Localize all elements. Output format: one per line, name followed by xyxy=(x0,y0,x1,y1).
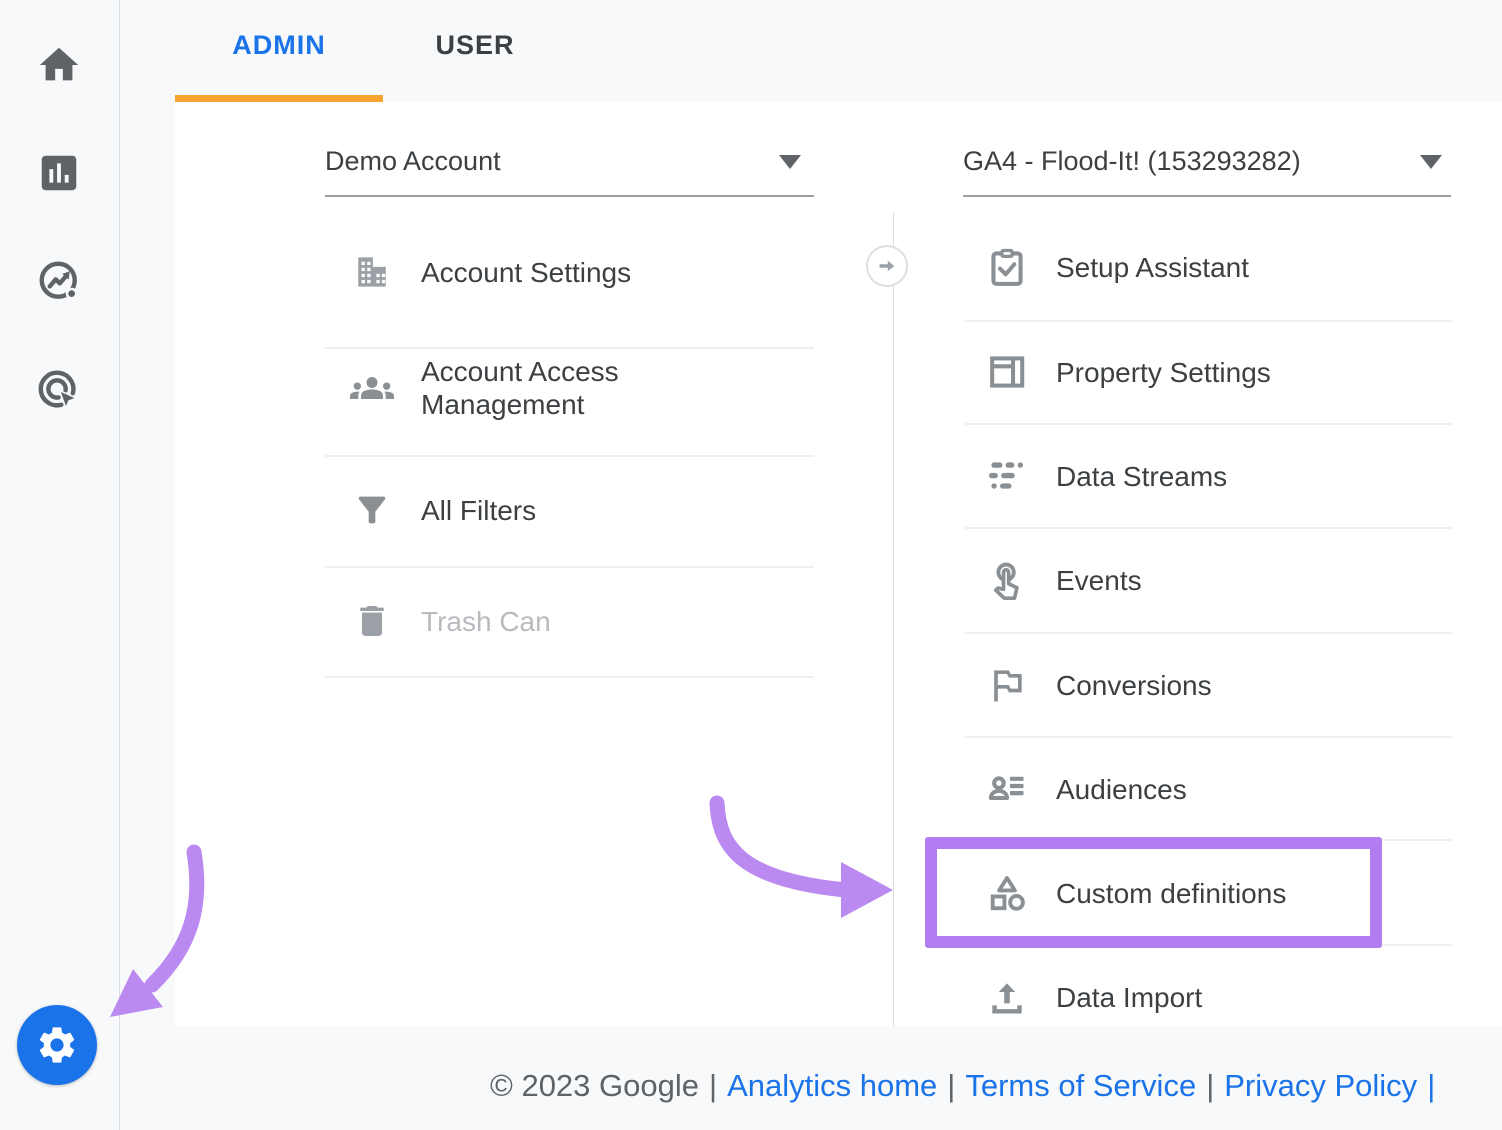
admin-settings-button[interactable] xyxy=(17,1005,97,1085)
reports-icon[interactable] xyxy=(36,150,82,196)
row-divider xyxy=(965,527,1452,529)
arrow-right-circle-icon xyxy=(875,254,899,278)
row-divider xyxy=(965,423,1452,425)
menu-item-label: All Filters xyxy=(421,494,536,527)
column-divider xyxy=(893,212,894,1026)
gear-icon xyxy=(35,1023,79,1067)
chevron-down-icon[interactable] xyxy=(1420,155,1442,169)
row-divider xyxy=(325,676,814,678)
advertising-icon[interactable] xyxy=(36,367,82,413)
clipboard-check-icon xyxy=(985,245,1029,289)
copyright-text: © 2023 Google xyxy=(490,1068,699,1103)
trash-icon xyxy=(350,599,394,643)
menu-item-label: Account Access Management xyxy=(421,355,671,421)
property-selector[interactable]: GA4 - Flood-It! (153293282) xyxy=(963,146,1301,177)
funnel-icon xyxy=(350,488,394,532)
building-icon xyxy=(350,250,394,294)
row-divider xyxy=(325,566,814,568)
collapse-account-column-button[interactable] xyxy=(866,245,908,287)
menu-item-data-import[interactable]: Data Import xyxy=(985,972,1202,1022)
menu-item-label: Data Streams xyxy=(1056,460,1227,493)
menu-item-label: Custom definitions xyxy=(1056,877,1286,910)
footer-link-analytics-home[interactable]: Analytics home xyxy=(727,1068,937,1103)
tab-admin[interactable]: ADMIN xyxy=(175,30,383,61)
menu-item-conversions[interactable]: Conversions xyxy=(985,660,1212,710)
admin-panel xyxy=(175,102,1502,1026)
row-divider xyxy=(965,736,1452,738)
row-divider xyxy=(965,944,1452,946)
menu-item-data-streams[interactable]: Data Streams xyxy=(985,451,1227,501)
menu-item-label: Events xyxy=(1056,564,1142,597)
stream-lines-icon xyxy=(985,454,1029,498)
menu-item-account-access-management[interactable]: Account Access Management xyxy=(350,352,671,424)
row-divider xyxy=(325,347,814,349)
person-list-icon xyxy=(985,767,1029,811)
explore-icon[interactable] xyxy=(36,258,82,304)
flag-icon xyxy=(985,663,1029,707)
menu-item-label: Conversions xyxy=(1056,669,1212,702)
menu-item-custom-definitions[interactable]: Custom definitions xyxy=(985,868,1286,918)
menu-item-label: Trash Can xyxy=(421,605,551,638)
footer: © 2023 Google|Analytics home|Terms of Se… xyxy=(490,1068,1435,1104)
tab-user[interactable]: USER xyxy=(390,30,560,61)
account-header-underline xyxy=(325,195,814,197)
menu-item-label: Data Import xyxy=(1056,981,1202,1014)
menu-item-audiences[interactable]: Audiences xyxy=(985,764,1187,814)
row-divider xyxy=(325,455,814,457)
footer-link-privacy-policy[interactable]: Privacy Policy xyxy=(1224,1068,1417,1103)
row-divider xyxy=(965,839,1452,841)
window-layout-icon xyxy=(985,350,1029,394)
shapes-icon xyxy=(985,871,1029,915)
menu-item-all-filters[interactable]: All Filters xyxy=(350,485,536,535)
menu-item-events[interactable]: Events xyxy=(985,555,1142,605)
menu-item-property-settings[interactable]: Property Settings xyxy=(985,347,1271,397)
active-tab-underline xyxy=(175,95,383,102)
left-nav-rail xyxy=(0,0,120,1130)
menu-item-label: Setup Assistant xyxy=(1056,251,1249,284)
chevron-down-icon[interactable] xyxy=(779,155,801,169)
ga-admin-screen: ADMIN USER Demo Account GA4 - Flood-It! … xyxy=(0,0,1502,1130)
menu-item-account-settings[interactable]: Account Settings xyxy=(350,247,631,297)
touch-icon xyxy=(985,558,1029,602)
menu-item-trash-can[interactable]: Trash Can xyxy=(350,596,551,646)
menu-item-label: Account Settings xyxy=(421,256,631,289)
account-selector[interactable]: Demo Account xyxy=(325,146,501,177)
menu-item-setup-assistant[interactable]: Setup Assistant xyxy=(985,242,1249,292)
menu-item-label: Audiences xyxy=(1056,773,1187,806)
row-divider xyxy=(965,320,1452,322)
upload-icon xyxy=(985,975,1029,1019)
menu-item-label: Property Settings xyxy=(1056,356,1271,389)
property-header-underline xyxy=(963,195,1451,197)
footer-link-terms-of-service[interactable]: Terms of Service xyxy=(965,1068,1196,1103)
row-divider xyxy=(965,632,1452,634)
people-icon xyxy=(350,366,394,410)
home-icon[interactable] xyxy=(36,42,82,88)
